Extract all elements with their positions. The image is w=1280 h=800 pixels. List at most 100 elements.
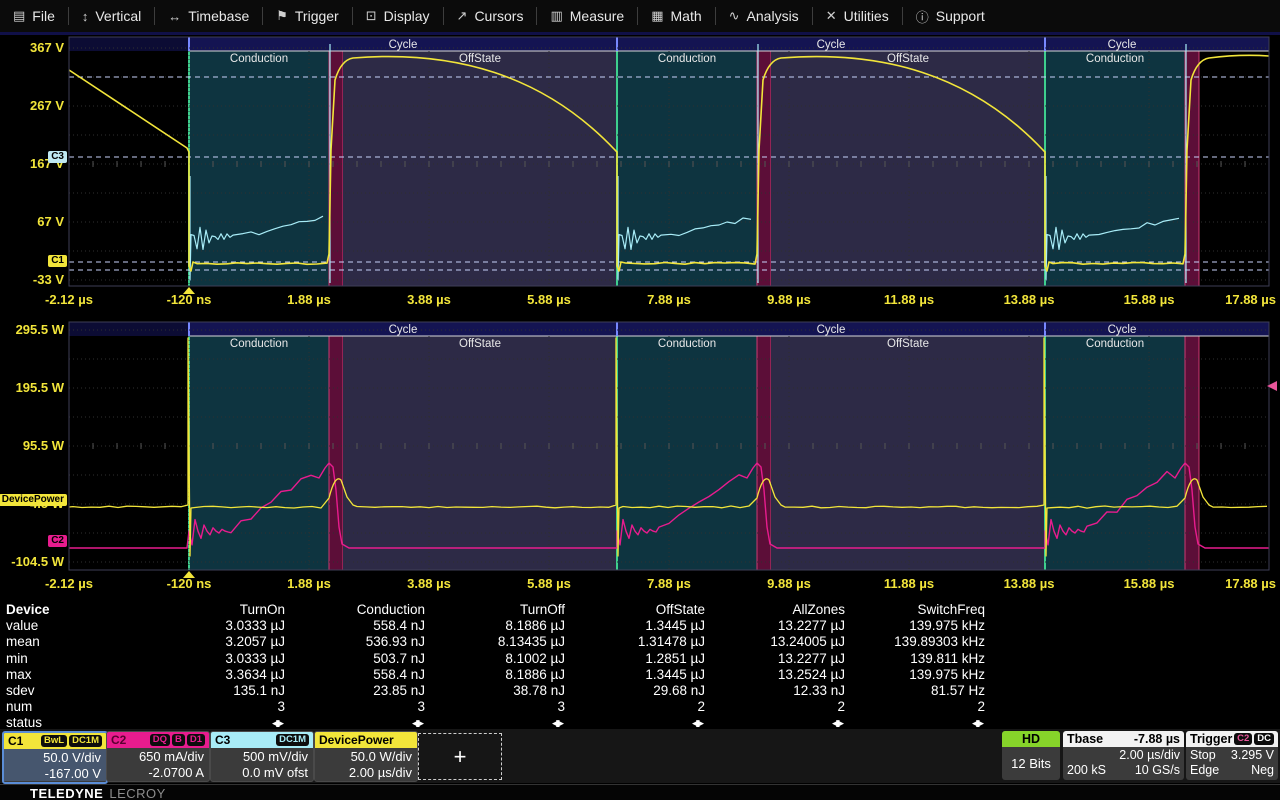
menu-item-label: File: [32, 8, 55, 24]
channel-id-label: C3: [215, 733, 230, 747]
waveform-grid-bottom[interactable]: CycleConductionOffStateCycleConductionOf…: [0, 321, 1280, 597]
table-cell: 1.3445 µJ: [565, 618, 705, 634]
menu-item-vertical[interactable]: ↕Vertical: [69, 0, 154, 32]
channel-scale: 50.0 V/div: [4, 750, 101, 766]
x-axis-label: 5.88 µs: [527, 576, 571, 591]
table-row-label: num: [6, 699, 145, 715]
table-cell: 3.2057 µJ: [145, 634, 285, 650]
menu-item-utilities[interactable]: ✕Utilities: [813, 0, 902, 32]
menu-bar: ▤File↕Vertical↔Timebase⚑Trigger⊡Display↗…: [0, 0, 1280, 35]
y-axis-label: 95.5 W: [2, 438, 64, 453]
descriptor-strip: + HD 12 Bits Tbase -7.88 µs 2.00 µs/div …: [0, 729, 1280, 783]
zone-label-conduction: Conduction: [1086, 338, 1144, 350]
menu-item-measure[interactable]: ▥Measure: [537, 0, 637, 32]
channel-scale: 50.0 W/div: [315, 749, 412, 765]
menu-item-cursors[interactable]: ↗ Cursors: [444, 0, 537, 32]
channel-id-label: C1: [8, 734, 23, 748]
channel-badge-dq: DQ: [150, 734, 170, 746]
table-col-header-turnoff: TurnOff: [425, 602, 565, 618]
hd-mode-box[interactable]: HD 12 Bits: [1002, 731, 1060, 780]
menu-item-analysis[interactable]: ∿Analysis: [716, 0, 812, 32]
table-row-label: max: [6, 667, 145, 683]
c2-zero-marker[interactable]: C2: [48, 535, 67, 547]
table-cell: 3: [145, 699, 285, 715]
tbase-delay: -7.88 µs: [1134, 732, 1180, 746]
zone-label-offstate: OffState: [459, 53, 501, 65]
y-axis-label: 267 V: [2, 98, 64, 113]
channel-id-label: C2: [111, 733, 126, 747]
cursors-icon: ↗: [457, 8, 468, 24]
table-cell: 12.33 nJ: [705, 683, 845, 699]
channel-box-devicepower[interactable]: DevicePower50.0 W/div2.00 µs/div: [314, 731, 418, 782]
menu-item-label: Vertical: [95, 8, 141, 24]
devicepower-zero-marker[interactable]: DevicePower: [0, 494, 67, 506]
x-axis-label: 13.88 µs: [1004, 292, 1055, 307]
menu-item-support[interactable]: ⓘSupport: [903, 0, 998, 32]
y-axis-label: 367 V: [2, 40, 64, 55]
add-trace-button[interactable]: +: [418, 733, 502, 780]
table-cell: 1.3445 µJ: [565, 667, 705, 683]
table-cell: 13.2524 µJ: [705, 667, 845, 683]
trigger-mode: Stop: [1190, 748, 1216, 763]
table-corner-label: Device: [6, 602, 145, 618]
table-cell: 8.1002 µJ: [425, 651, 565, 667]
file-icon: ▤: [13, 8, 25, 24]
support-icon: ⓘ: [916, 7, 929, 26]
table-col-header-switchfreq: SwitchFreq: [845, 602, 985, 618]
channel-box-c2[interactable]: C2DQBD1650 mA/div-2.0700 A: [106, 731, 210, 782]
x-axis-label: 13.88 µs: [1004, 576, 1055, 591]
trigger-type: Edge: [1190, 763, 1219, 778]
trigger-box[interactable]: Trigger C2DC Stop 3.295 V Edge Neg: [1186, 731, 1278, 780]
table-cell: 81.57 Hz: [845, 683, 985, 699]
menu-item-timebase[interactable]: ↔Timebase: [155, 0, 262, 32]
table-cell: 139.811 kHz: [845, 651, 985, 667]
zone-label-cycle: Cycle: [389, 39, 418, 51]
table-cell: 558.4 nJ: [285, 618, 425, 634]
table-cell: 13.24005 µJ: [705, 634, 845, 650]
timebase-box[interactable]: Tbase -7.88 µs 2.00 µs/div 200 kS 10 GS/…: [1063, 731, 1184, 780]
zone-label-offstate: OffState: [459, 338, 501, 350]
c1-zero-marker[interactable]: C1: [48, 255, 67, 267]
menu-item-label: Trigger: [295, 8, 339, 24]
tbase-rate: 10 GS/s: [1135, 763, 1180, 778]
measurement-table: DeviceTurnOnConductionTurnOffOffStateAll…: [6, 602, 985, 732]
channel-box-c3[interactable]: C3DC1M500 mV/div0.0 mV ofst: [210, 731, 314, 782]
channel-header: C1BwLDC1M: [4, 733, 106, 749]
waveform-grid-top[interactable]: CycleConductionOffStateCycleConductionOf…: [0, 36, 1280, 312]
trigger-level: 3.295 V: [1231, 748, 1274, 763]
y-axis-label: -33 V: [2, 272, 64, 287]
menu-item-trigger[interactable]: ⚑Trigger: [263, 0, 351, 32]
math-icon: ▦: [651, 8, 663, 24]
table-cell: 3.0333 µJ: [145, 651, 285, 667]
table-cell: 3.0333 µJ: [145, 618, 285, 634]
trigger-source-badge-dc: DC: [1254, 733, 1274, 745]
x-axis-label: 11.88 µs: [884, 576, 934, 591]
zone-label-conduction: Conduction: [230, 338, 288, 350]
grid-bottom-svg: CycleConductionOffStateCycleConductionOf…: [0, 321, 1280, 597]
table-col-header-conduction: Conduction: [285, 602, 425, 618]
menu-item-label: Math: [671, 8, 702, 24]
timebase-icon: ↔: [168, 9, 181, 24]
menu-item-label: Measure: [570, 8, 624, 24]
channel-id-label: DevicePower: [319, 733, 394, 747]
channel-offset: -2.0700 A: [107, 765, 204, 781]
hd-title: HD: [1002, 731, 1060, 747]
menu-item-math[interactable]: ▦ Math: [638, 0, 714, 32]
zone-label-cycle: Cycle: [389, 324, 418, 336]
x-axis-label: 11.88 µs: [884, 292, 934, 307]
trigger-slope: Neg: [1251, 763, 1274, 778]
x-axis-label: -120 ns: [167, 292, 212, 307]
brand-logo-secondary: LECROY: [109, 786, 165, 800]
menu-item-label: Cursors: [474, 8, 523, 24]
table-cell: 13.2277 µJ: [705, 618, 845, 634]
menu-item-label: Display: [384, 8, 430, 24]
table-cell: 13.2277 µJ: [705, 651, 845, 667]
menu-item-file[interactable]: ▤ File: [0, 0, 68, 32]
table-cell: 3.3634 µJ: [145, 667, 285, 683]
channel-header: C3DC1M: [211, 732, 313, 748]
menu-item-display[interactable]: ⊡Display: [353, 0, 443, 32]
channel-box-c1[interactable]: C1BwLDC1M50.0 V/div-167.00 V: [2, 731, 108, 784]
c3-zero-marker[interactable]: C3: [48, 151, 67, 163]
zone-label-conduction: Conduction: [230, 53, 288, 65]
channel-offset: -167.00 V: [4, 766, 101, 782]
